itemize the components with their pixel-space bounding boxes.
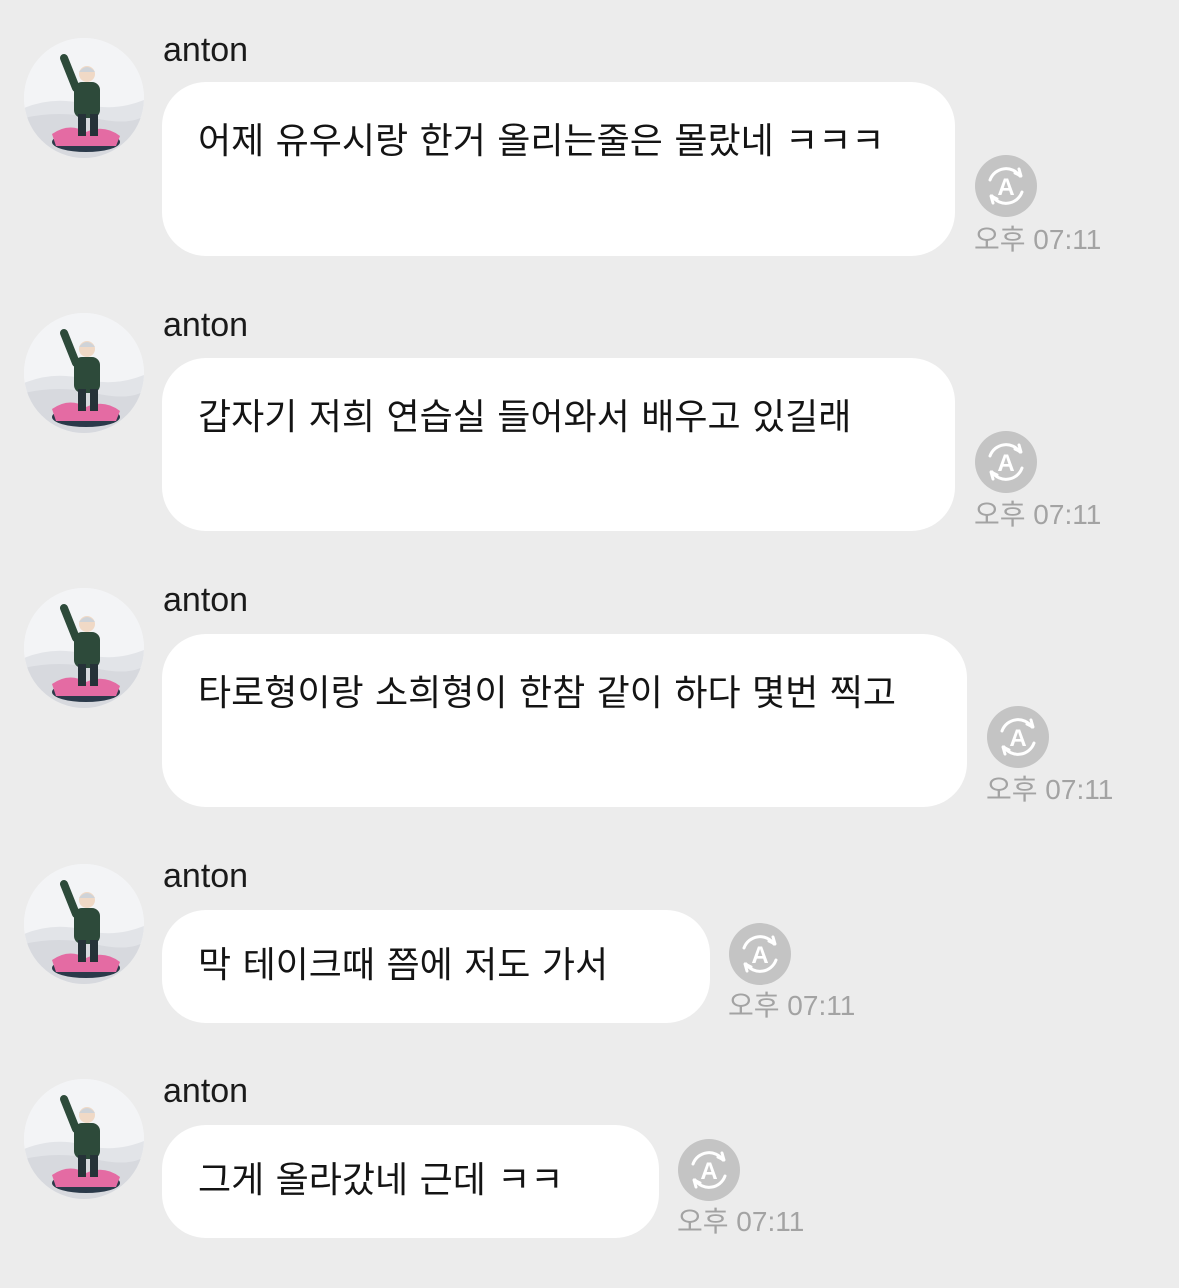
message-bubble[interactable]: 어제 유우시랑 한거 올리는줄은 몰랐네 ㅋㅋㅋ [162, 82, 955, 256]
avatar[interactable] [24, 1079, 144, 1199]
avatar[interactable] [24, 38, 144, 158]
translate-icon[interactable]: A [973, 429, 1039, 495]
message-time: 오후 07:11 [986, 774, 1114, 805]
svg-text:A: A [997, 450, 1014, 477]
svg-text:A: A [700, 1158, 717, 1185]
message-bubble[interactable]: 갑자기 저희 연습실 들어와서 배우고 있길래 [162, 358, 955, 531]
svg-text:A: A [1009, 725, 1026, 752]
message-bubble[interactable]: 막 테이크때 쯤에 저도 가서 [162, 910, 710, 1023]
message-time: 오후 07:11 [974, 224, 1102, 255]
avatar[interactable] [24, 588, 144, 708]
svg-text:A: A [997, 174, 1014, 201]
sender-name: anton [163, 1072, 249, 1110]
translate-icon[interactable]: A [973, 153, 1039, 219]
message-time: 오후 07:11 [677, 1206, 805, 1237]
translate-icon[interactable]: A [676, 1137, 742, 1203]
avatar[interactable] [24, 313, 144, 433]
sender-name: anton [163, 857, 249, 895]
message-time: 오후 07:11 [728, 990, 856, 1021]
message-time: 오후 07:11 [974, 499, 1102, 530]
translate-icon[interactable]: A [727, 921, 793, 987]
avatar[interactable] [24, 864, 144, 984]
message-bubble[interactable]: 타로형이랑 소희형이 한참 같이 하다 몇번 찍고 [162, 634, 967, 807]
message-bubble[interactable]: 그게 올라갔네 근데 ㅋㅋ [162, 1125, 659, 1238]
sender-name: anton [163, 581, 249, 619]
sender-name: anton [163, 306, 249, 344]
translate-icon[interactable]: A [985, 704, 1051, 770]
svg-text:A: A [751, 942, 768, 969]
sender-name: anton [163, 31, 249, 69]
